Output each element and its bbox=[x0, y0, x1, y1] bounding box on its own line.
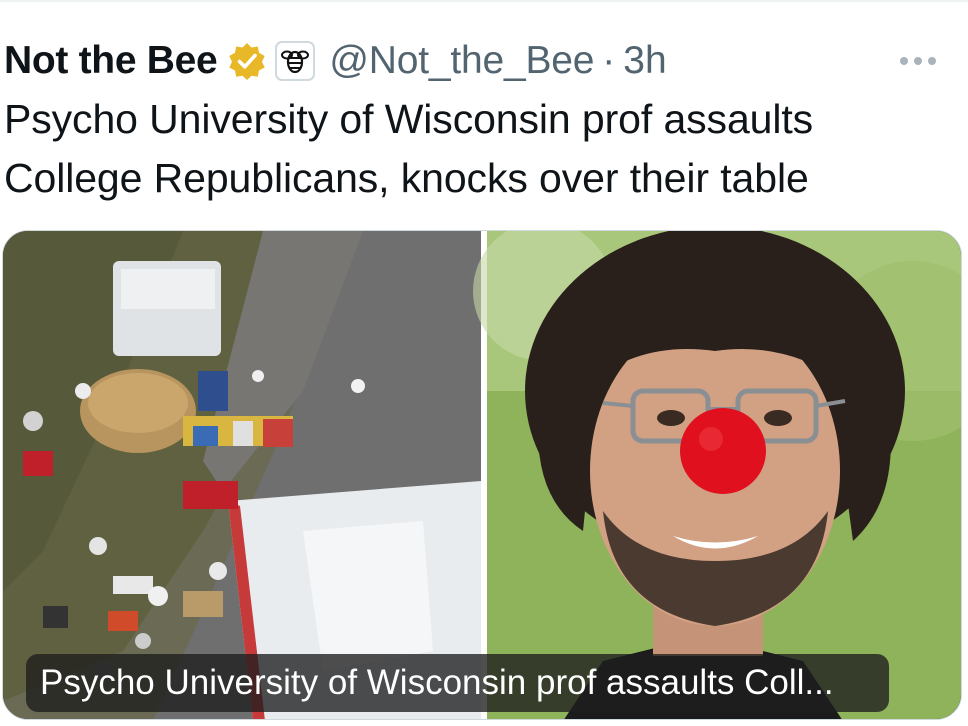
scattered-table-items-photo[interactable] bbox=[3, 231, 481, 720]
tweet-timestamp[interactable]: 3h bbox=[623, 39, 666, 83]
verified-badge-icon[interactable] bbox=[227, 41, 267, 81]
top-divider bbox=[0, 0, 968, 2]
tweet-text: Psycho University of Wisconsin prof assa… bbox=[4, 90, 954, 208]
tweet-text-line-1: Psycho University of Wisconsin prof assa… bbox=[4, 96, 814, 142]
media-caption: Psycho University of Wisconsin prof assa… bbox=[26, 654, 889, 712]
clown-nose bbox=[680, 408, 766, 494]
more-options-icon[interactable] bbox=[890, 36, 946, 86]
babylon-bee-logo-icon[interactable] bbox=[275, 41, 316, 81]
author-name[interactable]: Not the Bee bbox=[4, 39, 218, 83]
separator-dot: · bbox=[602, 39, 616, 82]
tweet-text-line-2: College Republicans, knocks over their t… bbox=[4, 155, 809, 201]
media-card[interactable] bbox=[2, 230, 962, 720]
author-handle[interactable]: @Not_the_Bee bbox=[329, 39, 594, 83]
tweet-header: Not the Bee @Not_the_Bee · 3h bbox=[4, 36, 964, 86]
